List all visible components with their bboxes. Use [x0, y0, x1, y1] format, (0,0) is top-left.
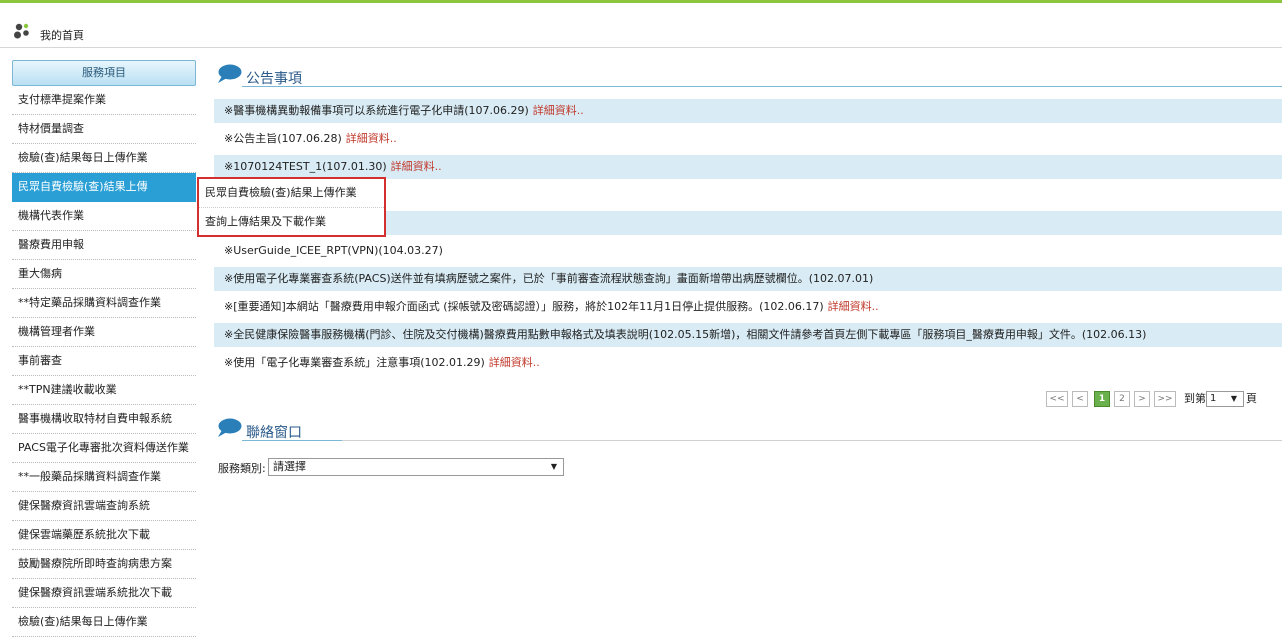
sidebar-item[interactable]: 醫事機構收取特材自費申報系統 [12, 405, 196, 434]
next-page-button[interactable]: > [1134, 391, 1150, 407]
goto-prefix: 到第 [1184, 392, 1206, 405]
sidebar-item-active[interactable]: 民眾自費檢驗(查)結果上傳 [12, 173, 196, 202]
sidebar-item[interactable]: 醫療費用申報 [12, 231, 196, 260]
prev-page-button[interactable]: < [1072, 391, 1088, 407]
details-link[interactable]: 詳細資料.. [828, 300, 879, 313]
sidebar-item[interactable]: 鼓勵醫療院所即時查詢病患方案 [12, 550, 196, 579]
sidebar-item[interactable]: 事前審查 [12, 347, 196, 376]
details-link[interactable]: 詳細資料.. [489, 356, 540, 369]
sidebar-item[interactable]: 機構管理者作業 [12, 318, 196, 347]
sidebar-item[interactable]: 重大傷病 [12, 260, 196, 289]
announcement-text: ※UserGuide_ICEE_RPT(VPN)(104.03.27) [224, 244, 443, 257]
sidebar-item[interactable]: 支付標準提案作業 [12, 86, 196, 115]
sidebar-item[interactable]: 機構代表作業 [12, 202, 196, 231]
goto-page-value: 1 [1210, 393, 1217, 404]
header: 我的首頁 [0, 3, 1282, 48]
chevron-down-icon: ▼ [1230, 394, 1237, 403]
speech-bubble-icon [218, 64, 242, 83]
submenu-flyout: 民眾自費檢驗(查)結果上傳作業 查詢上傳結果及下載作業 [197, 177, 386, 237]
announcement-text: ※使用「電子化專業審查系統」注意事項(102.01.29) [224, 356, 485, 369]
announcement-list: ※醫事機構異動報備事項可以系統進行電子化申請(107.06.29) 詳細資料.. … [214, 99, 1282, 379]
announcement-row: ※使用電子化專業審查系統(PACS)送件並有填病歷號之案件，已於「事前審查流程狀… [214, 267, 1282, 291]
sidebar-item[interactable]: 健保醫療資訊雲端查詢系統 [12, 492, 196, 521]
divider [242, 440, 342, 441]
goto-page-select[interactable]: 1 ▼ [1206, 391, 1244, 407]
sidebar: 服務項目 支付標準提案作業 特材價量調查 檢驗(查)結果每日上傳作業 民眾自費檢… [12, 60, 196, 637]
contact-heading: 聯絡窗口 [216, 418, 1282, 442]
sidebar-item[interactable]: 檢驗(查)結果每日上傳作業 [12, 608, 196, 637]
announcement-row: ※使用「電子化專業審查系統」注意事項(102.01.29) 詳細資料.. [214, 351, 1282, 375]
sidebar-item[interactable]: **一般藥品採購資料調查作業 [12, 463, 196, 492]
announcements-title: 公告事項 [246, 71, 302, 87]
service-category-value: 請選擇 [273, 460, 306, 473]
announcement-row: ※[重要通知]本網站「醫療費用申報介面函式 (採帳號及密碼認證）」服務，將於10… [214, 295, 1282, 319]
service-category-select[interactable]: 請選擇 ▼ [268, 458, 564, 476]
sidebar-item[interactable]: 健保雲端藥歷系統批次下載 [12, 521, 196, 550]
last-page-button[interactable]: >> [1154, 391, 1176, 407]
details-link[interactable]: 詳細資料.. [533, 104, 584, 117]
people-icon [14, 23, 29, 39]
page-button-current[interactable]: 1 [1094, 391, 1110, 407]
sidebar-item[interactable]: **特定藥品採購資料調查作業 [12, 289, 196, 318]
speech-bubble-icon [218, 418, 242, 437]
divider [342, 440, 1282, 441]
chevron-down-icon: ▼ [550, 462, 557, 471]
announcement-row: ※公告主旨(107.06.28) 詳細資料.. [214, 127, 1282, 151]
announcement-text: ※使用電子化專業審查系統(PACS)送件並有填病歷號之案件，已於「事前審查流程狀… [224, 272, 874, 285]
submenu-item-upload[interactable]: 民眾自費檢驗(查)結果上傳作業 [199, 179, 384, 208]
sidebar-item[interactable]: 健保醫療資訊雲端系統批次下載 [12, 579, 196, 608]
announcement-text: ※1070124TEST_1(107.01.30) [224, 160, 387, 173]
goto-suffix: 頁 [1246, 392, 1257, 405]
announcements-heading: 公告事項 [216, 64, 1282, 88]
announcement-row: ※醫事機構異動報備事項可以系統進行電子化申請(107.06.29) 詳細資料.. [214, 99, 1282, 123]
home-link[interactable]: 我的首頁 [40, 27, 84, 43]
first-page-button[interactable]: << [1046, 391, 1068, 407]
contact-title: 聯絡窗口 [246, 425, 302, 441]
sidebar-item[interactable]: 檢驗(查)結果每日上傳作業 [12, 144, 196, 173]
announcement-text: ※公告主旨(107.06.28) [224, 132, 342, 145]
sidebar-title: 服務項目 [12, 60, 196, 86]
page-button[interactable]: 2 [1114, 391, 1130, 407]
divider [242, 86, 1282, 87]
sidebar-item[interactable]: 特材價量調查 [12, 115, 196, 144]
announcement-row: ※1070124TEST_1(107.01.30) 詳細資料.. [214, 155, 1282, 179]
details-link[interactable]: 詳細資料.. [391, 160, 442, 173]
submenu-item-query-download[interactable]: 查詢上傳結果及下載作業 [199, 208, 384, 236]
service-category-label: 服務類別: [218, 462, 266, 475]
details-link[interactable]: 詳細資料.. [346, 132, 397, 145]
announcement-text: ※全民健康保險醫事服務機構(門診、住院及交付機構)醫療費用點數申報格式及填表說明… [224, 328, 1147, 341]
sidebar-item[interactable]: **TPN建議收載收業 [12, 376, 196, 405]
announcement-text: ※[重要通知]本網站「醫療費用申報介面函式 (採帳號及密碼認證）」服務，將於10… [224, 300, 824, 313]
sidebar-item[interactable]: PACS電子化專審批次資料傳送作業 [12, 434, 196, 463]
announcement-row: ※全民健康保險醫事服務機構(門診、住院及交付機構)醫療費用點數申報格式及填表說明… [214, 323, 1282, 347]
announcement-text: ※醫事機構異動報備事項可以系統進行電子化申請(107.06.29) [224, 104, 529, 117]
announcement-row: ※UserGuide_ICEE_RPT(VPN)(104.03.27) [214, 239, 1282, 263]
